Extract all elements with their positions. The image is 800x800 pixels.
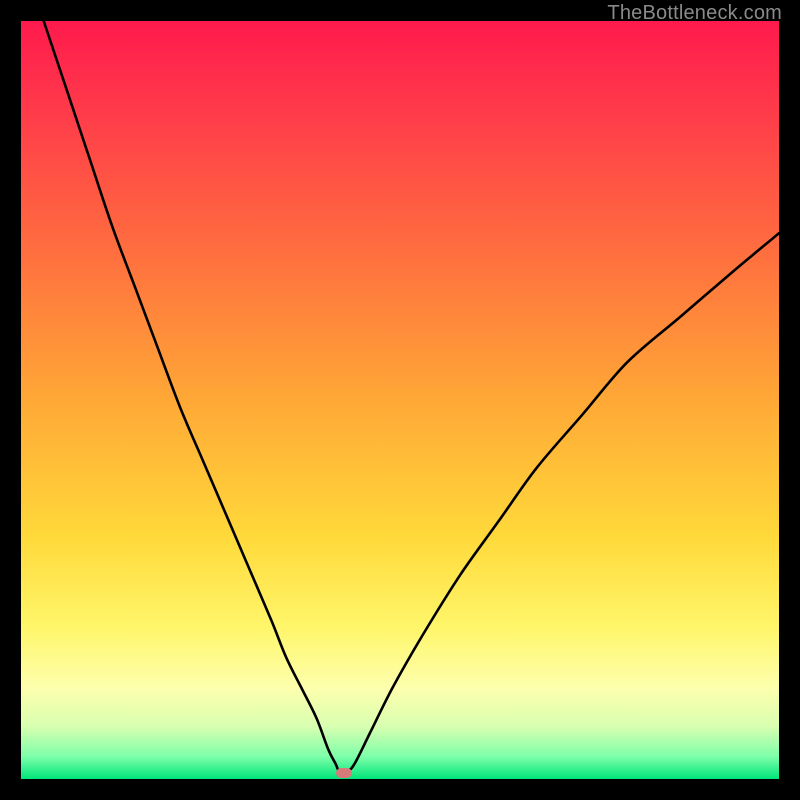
bottleneck-curve (21, 21, 779, 779)
curve-path (44, 21, 779, 772)
plot-area (21, 21, 779, 779)
optimal-point-marker (336, 768, 352, 778)
chart-frame: TheBottleneck.com (0, 0, 800, 800)
